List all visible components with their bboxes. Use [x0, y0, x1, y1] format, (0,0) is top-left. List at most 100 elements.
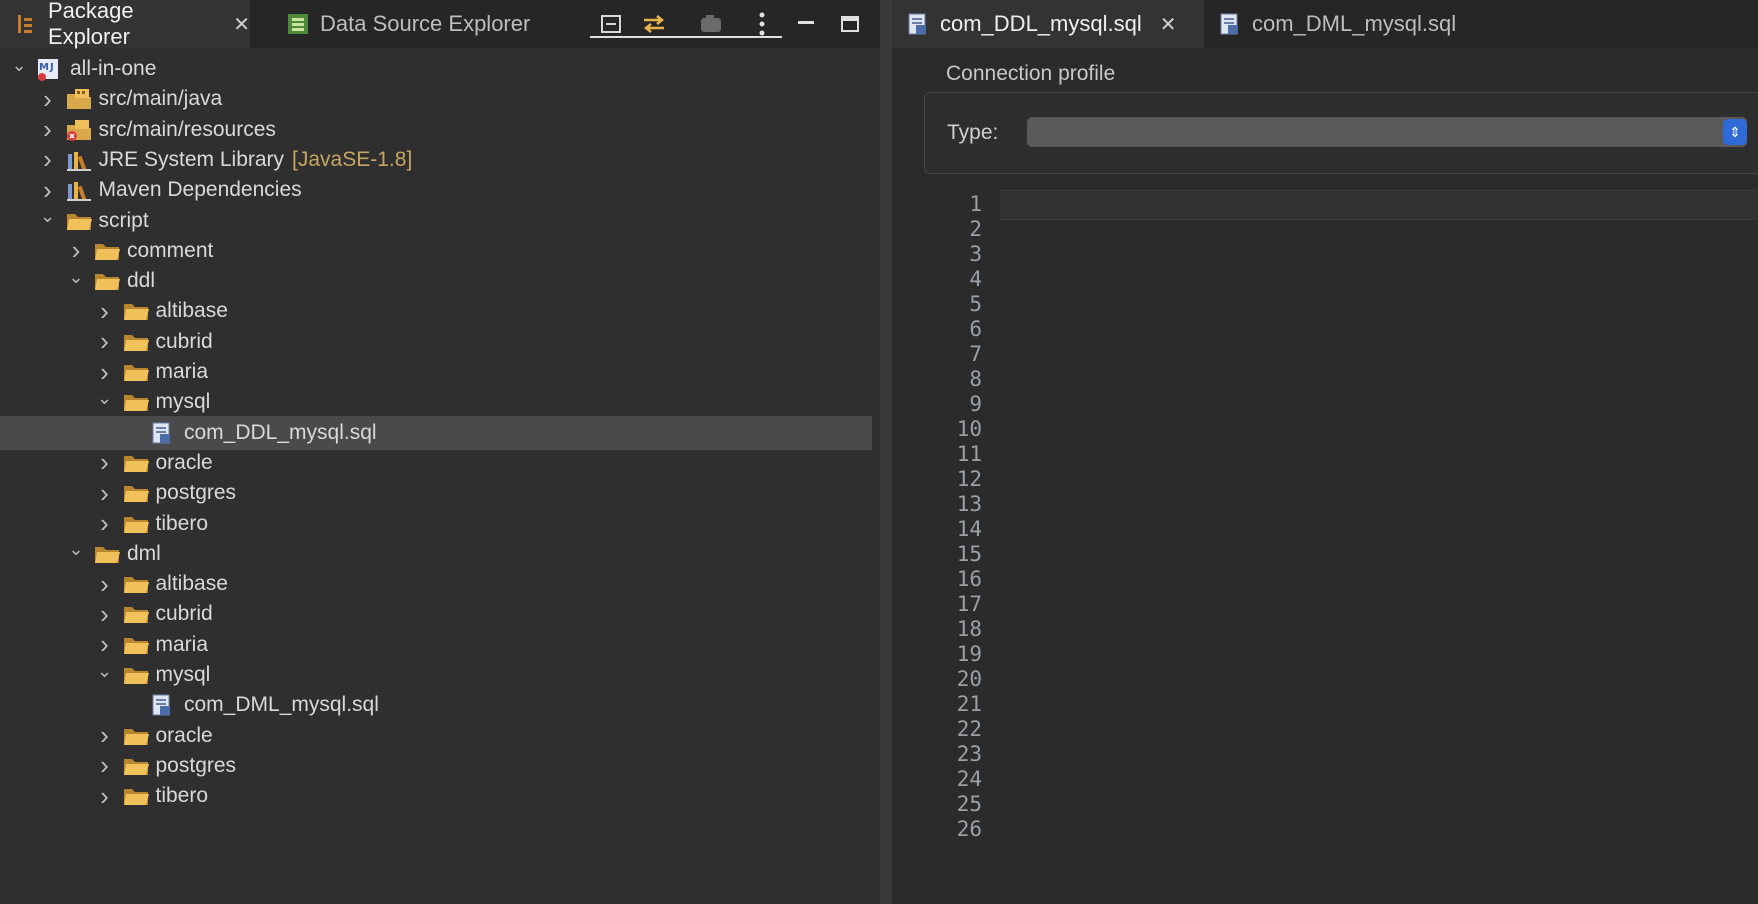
tree-folder-item[interactable]: › Maven Dependencies [0, 173, 872, 207]
tree-item-label: mysql [155, 663, 211, 686]
chevron-right-icon[interactable]: › [94, 599, 116, 629]
line-number: 21 [956, 692, 982, 716]
tree-folder-item[interactable]: › tibero [0, 779, 872, 813]
chevron-right-icon[interactable]: › [94, 478, 116, 508]
tree-item-label: src/main/java [98, 87, 223, 111]
tree-folder-item[interactable]: ⌄ mysql [0, 385, 872, 419]
sql-editor-panel: com_DDL_mysql.sql ✕ com_DML_mysql.sql Co… [892, 0, 1758, 904]
tab-editor-ddl-label: com_DDL_mysql.sql [940, 11, 1142, 36]
chevron-down-icon[interactable]: ⌄ [37, 206, 59, 228]
connection-profile-box: Type: ⇕ [924, 92, 1758, 174]
connection-profile-label: Connection profile [946, 62, 1116, 85]
package-explorer-panel: Package Explorer ✕ Data Source Explorer [0, 0, 880, 904]
library-icon [65, 178, 93, 202]
tree-folder-item[interactable]: › src/main/java [0, 82, 872, 116]
tree-folder-item[interactable]: ⌄ script [0, 204, 872, 238]
folder-icon [93, 269, 121, 293]
tree-folder-item[interactable]: ⌄ M Jall-in-one [0, 52, 872, 86]
close-icon[interactable]: ✕ [1160, 12, 1177, 37]
tree-item-label: all-in-one [70, 57, 157, 80]
sql-file-icon [150, 421, 178, 445]
chevron-right-icon[interactable]: › [94, 357, 116, 387]
tree-folder-item[interactable]: › cubrid [0, 325, 872, 359]
line-number: 17 [956, 592, 982, 616]
type-select[interactable]: ⇕ [1027, 117, 1747, 147]
tree-folder-item[interactable]: › maria [0, 355, 872, 389]
chevron-right-icon[interactable]: › [37, 114, 59, 144]
line-number: 23 [956, 742, 982, 766]
minimize-icon[interactable] [790, 8, 822, 40]
tree-folder-item[interactable]: › altibase [0, 567, 872, 601]
svg-text:J: J [49, 62, 54, 73]
package-explorer-icon [14, 12, 38, 36]
chevron-down-icon[interactable]: ⌄ [94, 387, 116, 409]
select-arrows-icon: ⇕ [1723, 119, 1747, 145]
tree-item-label: comment [127, 238, 214, 262]
tree-folder-item[interactable]: › comment [0, 234, 872, 268]
tree-item-label: maria [155, 632, 209, 656]
chevron-right-icon[interactable]: › [94, 447, 116, 477]
line-number: 2 [969, 217, 982, 241]
tree-item-label: script [98, 208, 149, 232]
tree-folder-item[interactable]: › JRE System Library [JavaSE-1.8] [0, 143, 872, 177]
close-icon[interactable]: ✕ [233, 12, 250, 37]
chevron-right-icon[interactable]: › [94, 720, 116, 750]
tree-folder-item[interactable]: › oracle [0, 719, 872, 753]
folder-icon [122, 754, 150, 778]
chevron-down-icon[interactable]: ⌄ [65, 539, 87, 561]
line-number: 18 [956, 617, 982, 641]
tree-file-item[interactable]: com_DML_mysql.sql [0, 688, 872, 722]
tree-item-label: altibase [155, 299, 228, 323]
chevron-right-icon[interactable]: › [94, 629, 116, 659]
line-number: 20 [956, 667, 982, 691]
line-number: 10 [956, 417, 982, 441]
chevron-down-icon[interactable]: ⌄ [65, 266, 87, 288]
tab-editor-dml[interactable]: com_DML_mysql.sql [1204, 0, 1494, 48]
editor-tabbar: com_DDL_mysql.sql ✕ com_DML_mysql.sql [892, 0, 1758, 48]
folder-icon [122, 481, 150, 505]
line-number: 3 [969, 242, 982, 266]
line-number: 19 [956, 642, 982, 666]
chevron-right-icon[interactable]: › [94, 750, 116, 780]
chevron-right-icon[interactable]: › [94, 326, 116, 356]
tab-package-explorer[interactable]: Package Explorer ✕ [0, 0, 250, 49]
tree-folder-item[interactable]: › altibase [0, 294, 872, 328]
panel-splitter[interactable] [880, 0, 892, 904]
chevron-down-icon[interactable]: ⌄ [94, 660, 116, 682]
tree-file-item[interactable]: com_DDL_mysql.sql [0, 415, 872, 450]
tree-folder-item[interactable]: › postgres [0, 749, 872, 783]
chevron-right-icon[interactable]: › [37, 175, 59, 205]
tree-item-label: cubrid [155, 329, 213, 353]
chevron-right-icon[interactable]: › [65, 235, 87, 265]
tree-item-label: com_DML_mysql.sql [184, 693, 379, 717]
folder-icon [122, 724, 150, 748]
tree-folder-item[interactable]: › cubrid [0, 597, 872, 631]
tree-folder-item[interactable]: ⌄ ddl [0, 264, 872, 298]
tree-folder-item[interactable]: ⌄ mysql [0, 658, 872, 692]
chevron-right-icon[interactable]: › [94, 781, 116, 811]
tab-package-explorer-label: Package Explorer [48, 0, 134, 49]
tree-folder-item[interactable]: › src/main/resources [0, 113, 872, 147]
tree-folder-item[interactable]: › tibero [0, 507, 872, 541]
chevron-right-icon[interactable]: › [37, 144, 59, 174]
tab-editor-dml-label: com_DML_mysql.sql [1252, 11, 1457, 36]
tree-folder-item[interactable]: › postgres [0, 476, 872, 510]
tree-folder-item[interactable]: › oracle [0, 446, 872, 480]
tab-editor-ddl[interactable]: com_DDL_mysql.sql ✕ [892, 0, 1204, 48]
data-source-explorer-icon [286, 12, 310, 36]
line-number: 15 [956, 542, 982, 566]
tree-folder-item[interactable]: ⌄ dml [0, 537, 872, 571]
line-number: 13 [956, 492, 982, 516]
chevron-right-icon[interactable]: › [94, 296, 116, 326]
tree-item-label: altibase [155, 572, 228, 596]
tree-folder-item[interactable]: › maria [0, 628, 872, 662]
tree-item-label: oracle [155, 450, 213, 474]
chevron-right-icon[interactable]: › [94, 508, 116, 538]
maximize-icon[interactable] [834, 8, 866, 40]
chevron-right-icon[interactable]: › [37, 84, 59, 114]
chevron-right-icon[interactable]: › [94, 569, 116, 599]
tab-data-source-explorer[interactable]: Data Source Explorer [250, 0, 550, 48]
line-number: 14 [956, 517, 982, 541]
chevron-down-icon[interactable]: ⌄ [8, 54, 30, 76]
